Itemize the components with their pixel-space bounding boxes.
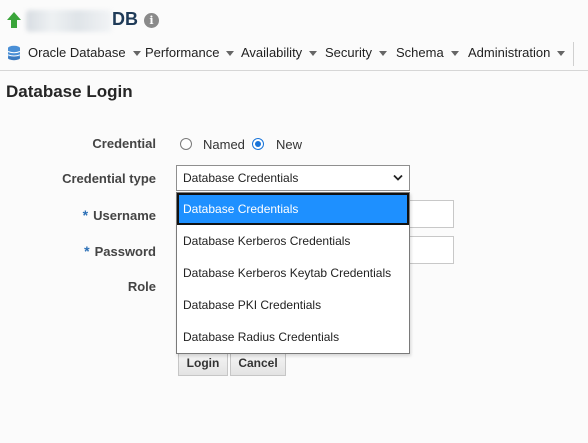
caret-down-icon (132, 51, 141, 57)
credential-new-radio[interactable] (252, 138, 264, 150)
menu-label: Availability (241, 45, 303, 60)
credential-type-select[interactable]: Database Credentials (176, 165, 410, 191)
up-arrow-icon (7, 12, 21, 28)
menu-label: Schema (396, 45, 444, 60)
menu-schema[interactable]: Schema (396, 38, 459, 68)
page-title: Database Login (6, 82, 133, 101)
username-label-text: Username (93, 208, 156, 223)
username-label: * Username (60, 207, 156, 223)
dropdown-option[interactable]: Database Kerberos Keytab Credentials (177, 257, 409, 289)
caret-down-icon (378, 51, 387, 57)
credential-label: Credential (92, 136, 156, 151)
dropdown-option[interactable]: Database Credentials (177, 193, 409, 225)
required-marker: * (84, 243, 90, 259)
caret-down-icon (226, 51, 235, 57)
dropdown-option[interactable]: Database Kerberos Credentials (177, 225, 409, 257)
menu-label: Performance (145, 45, 220, 60)
menu-label: Oracle Database (28, 45, 126, 60)
database-icon (7, 45, 21, 61)
caret-down-icon (309, 51, 318, 57)
required-marker: * (82, 207, 89, 223)
menu-security[interactable]: Security (325, 38, 387, 68)
info-icon[interactable]: i (144, 13, 159, 28)
credential-named-label[interactable]: Named (203, 137, 245, 152)
credential-type-dropdown: Database Credentials Database Kerberos C… (176, 192, 410, 354)
dropdown-option[interactable]: Database PKI Credentials (177, 289, 409, 321)
dropdown-option[interactable]: Database Radius Credentials (177, 321, 409, 353)
password-label-text: Password (94, 244, 156, 259)
credential-type-value: Database Credentials (183, 171, 299, 185)
caret-down-icon (450, 51, 459, 57)
menu-availability[interactable]: Availability (241, 38, 318, 68)
credential-type-label: Credential type (62, 171, 156, 186)
caret-down-icon (557, 51, 566, 57)
menu-divider (573, 42, 574, 66)
menu-bar: Oracle Database Performance Availability… (0, 38, 588, 71)
credential-new-label[interactable]: New (276, 137, 302, 152)
database-name[interactable]: DB (112, 9, 138, 30)
redacted-db-name (26, 10, 112, 32)
menu-administration[interactable]: Administration (468, 38, 566, 68)
password-label: * Password (60, 243, 156, 259)
chevron-down-icon (393, 174, 403, 181)
menu-performance[interactable]: Performance (145, 38, 235, 68)
credential-named-radio[interactable] (180, 138, 192, 150)
menu-label: Administration (468, 45, 551, 60)
target-header: DB i (0, 0, 588, 40)
menu-label: Security (325, 45, 372, 60)
role-label: Role (127, 279, 156, 294)
menu-oracle-database[interactable]: Oracle Database (28, 38, 141, 68)
